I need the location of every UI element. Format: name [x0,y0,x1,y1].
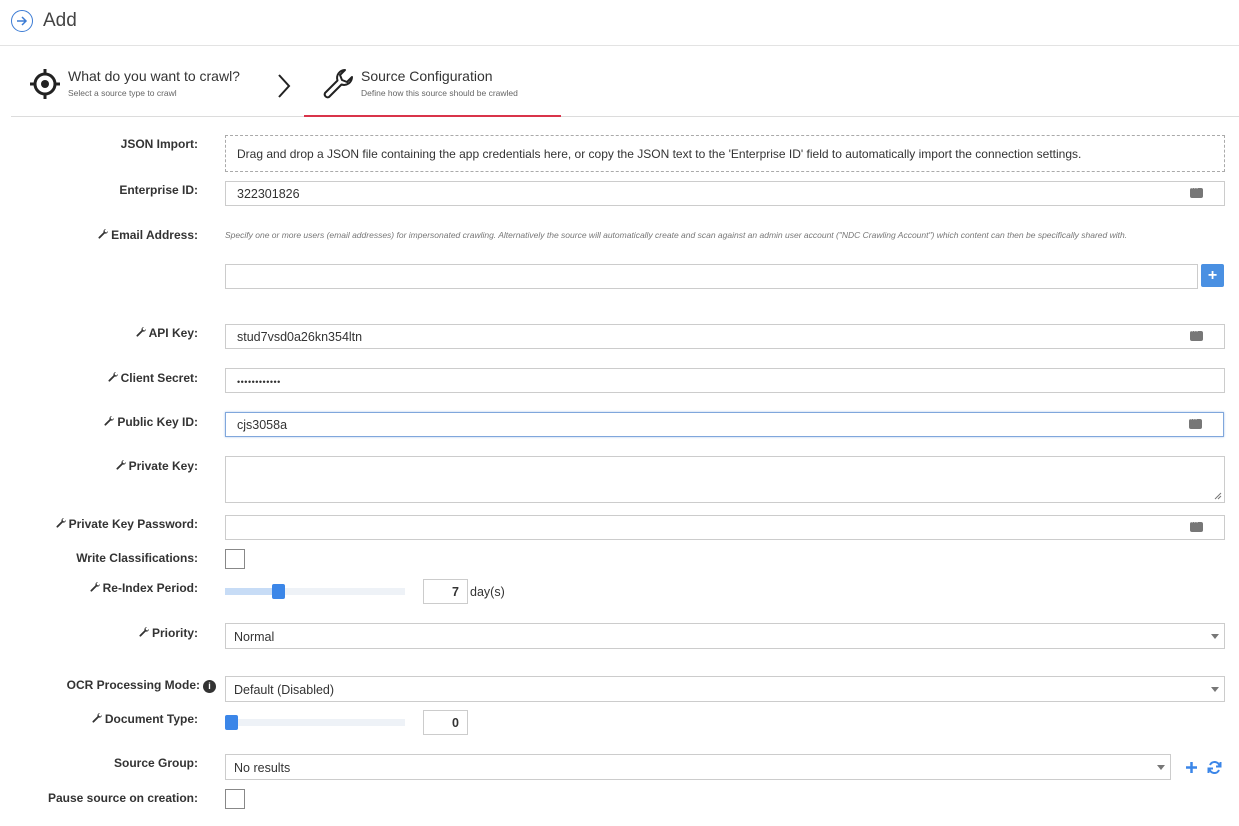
reindex-period-label: Re-Index Period: [89,581,198,595]
step-title: Source Configuration [361,68,493,84]
wrench-icon [104,415,115,426]
client-secret-field[interactable]: •••••••••••• [225,368,1225,393]
step-subtitle: Select a source type to crawl [68,88,177,98]
json-import-label: JSON Import: [120,137,198,151]
caret-down-icon [1157,765,1165,770]
document-type-label: Document Type: [91,712,198,726]
reindex-slider[interactable] [225,584,405,599]
slider-handle[interactable] [225,715,238,730]
priority-select[interactable]: Normal [225,623,1225,649]
wrench-icon [56,517,66,528]
wrench-icon [323,69,353,99]
page-header: Add [0,0,1239,46]
pause-source-checkbox[interactable] [225,789,245,809]
chevron-right-icon [278,74,291,98]
source-group-select[interactable]: No results [225,754,1171,780]
source-group-label: Source Group: [113,756,198,770]
arrow-circle-right-icon[interactable] [11,10,33,32]
step-subtitle: Define how this source should be crawled [361,88,518,98]
private-key-label: Private Key: [115,459,198,473]
target-icon [30,69,60,99]
info-icon[interactable]: i [203,680,216,693]
write-classifications-label: Write Classifications: [76,551,198,565]
json-import-dropzone[interactable]: Drag and drop a JSON file containing the… [225,135,1225,172]
wrench-icon [90,581,100,592]
private-key-textarea[interactable] [225,456,1225,503]
wrench-icon [136,326,146,337]
enterprise-id-value: 322301826 [237,187,300,201]
private-key-password-field[interactable] [225,515,1225,540]
password-manager-icon[interactable] [1189,416,1202,429]
ocr-mode-select[interactable]: Default (Disabled) [225,676,1225,702]
enterprise-id-label: Enterprise ID: [119,183,198,197]
ocr-mode-label: OCR Processing Mode: i [67,678,216,693]
caret-down-icon [1211,634,1219,639]
resize-handle-icon[interactable] [1214,492,1222,500]
wrench-icon [139,626,149,637]
wrench-icon [108,371,118,382]
public-key-id-field[interactable]: cjs3058a [225,412,1224,437]
slider-fill [225,588,278,595]
wrench-icon [92,712,102,723]
enterprise-id-field[interactable]: 322301826 [225,181,1225,206]
wizard-steps: What do you want to crawl? Select a sour… [11,56,1239,117]
reindex-unit: day(s) [470,585,505,599]
write-classifications-checkbox[interactable] [225,549,245,569]
add-email-button[interactable]: + [1201,264,1224,287]
api-key-field[interactable]: stud7vsd0a26kn354ltn [225,324,1225,349]
reindex-value-input[interactable]: 7 [423,579,468,604]
wrench-icon [98,228,109,239]
password-manager-icon[interactable] [1190,519,1203,532]
client-secret-label: Client Secret: [107,371,198,385]
plus-icon[interactable] [1185,761,1198,774]
step-title: What do you want to crawl? [68,68,240,84]
page-title: Add [43,10,77,31]
pause-source-label: Pause source on creation: [47,791,198,805]
email-field[interactable] [225,264,1198,289]
slider-handle[interactable] [272,584,285,599]
caret-down-icon [1211,687,1219,692]
password-manager-icon[interactable] [1190,328,1203,341]
wrench-icon [116,459,126,470]
private-key-password-label: Private Key Password: [55,517,198,531]
step-source-configuration[interactable]: Source Configuration Define how this sou… [304,56,561,117]
email-address-label: Email Address: [97,228,198,242]
document-type-slider[interactable] [225,715,405,730]
api-key-label: API Key: [135,326,198,340]
public-key-id-label: Public Key ID: [103,415,198,429]
priority-label: Priority: [138,626,198,640]
password-manager-icon[interactable] [1190,185,1203,198]
email-help-text: Specify one or more users (email address… [225,230,1128,240]
document-type-value-input[interactable]: 0 [423,710,468,735]
refresh-icon[interactable] [1207,760,1222,775]
